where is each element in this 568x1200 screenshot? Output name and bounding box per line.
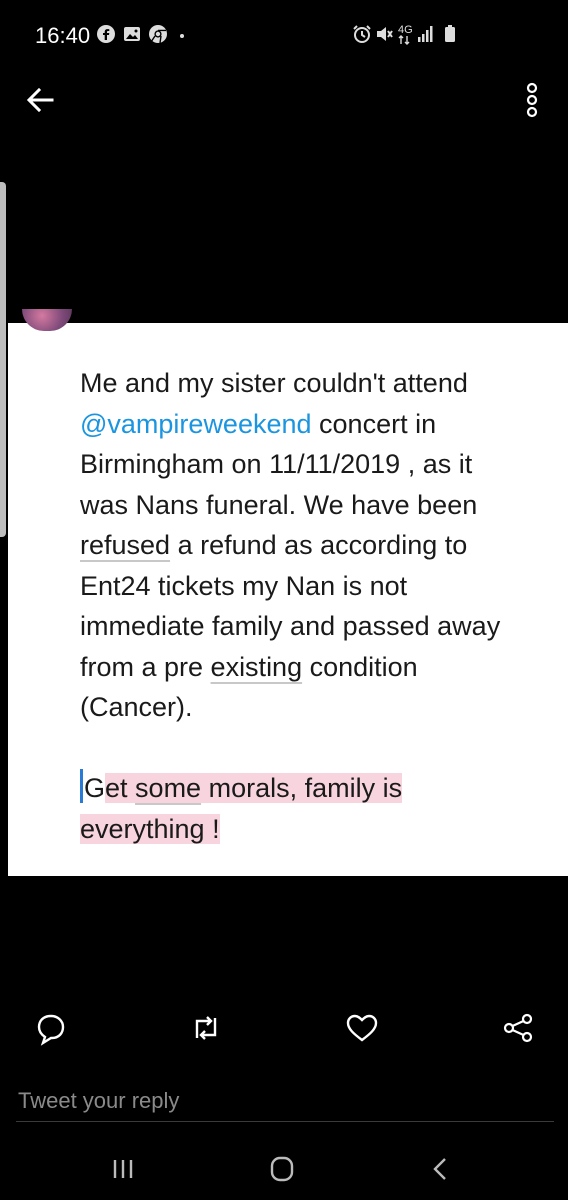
heart-icon[interactable] <box>342 1005 382 1051</box>
battery-icon <box>445 25 455 42</box>
tweet-line: concert in <box>311 408 437 439</box>
tweet-line: from a pre <box>80 651 211 682</box>
tweet-actions <box>0 1005 568 1055</box>
signal-icon <box>418 26 433 42</box>
reply-icon[interactable] <box>31 1005 71 1051</box>
tweet-line: Ent24 tickets my Nan is not <box>80 570 408 601</box>
alarm-icon <box>353 25 371 43</box>
underlined-word: some <box>135 773 202 803</box>
tweet-line: condition <box>302 651 418 682</box>
tweet-line: Me and my sister couldn't attend <box>80 368 468 398</box>
system-nav-bar <box>0 1138 568 1200</box>
chrome-icon <box>149 25 167 44</box>
underlined-word: existing <box>210 651 303 682</box>
status-bar: 16:40 4G <box>0 0 568 70</box>
gallery-icon <box>124 27 140 41</box>
reply-composer <box>0 1075 568 1125</box>
home-icon[interactable] <box>262 1152 302 1186</box>
scrollbar-thumb[interactable] <box>0 182 6 537</box>
more-vertical-icon[interactable] <box>520 80 544 120</box>
reply-input[interactable] <box>16 1081 554 1122</box>
underlined-word: refused <box>80 530 171 560</box>
tweet-line: was Nans funeral. We have been <box>80 489 478 520</box>
retweet-icon[interactable] <box>186 1005 226 1051</box>
notification-dot <box>180 34 184 38</box>
mute-icon <box>377 27 393 41</box>
tweet-line: immediate family and passed away <box>80 611 501 641</box>
top-app-bar <box>0 70 568 130</box>
4g-icon <box>398 35 410 45</box>
tweet-image[interactable]: Me and my sister couldn't attend @vampir… <box>8 309 568 876</box>
highlight-text: G <box>84 773 106 803</box>
avatar <box>22 309 72 331</box>
tweet-line: Birmingham on 11/11/2019 , as it <box>80 449 473 479</box>
tweet-line: a refund as according to <box>170 530 468 560</box>
highlight-text: everything ! <box>80 813 220 844</box>
highlight-text: et <box>105 773 136 803</box>
status-time: 16:40 <box>35 23 91 48</box>
tweet-line: (Cancer). <box>80 692 193 722</box>
mention-link[interactable]: @vampireweekend <box>80 409 312 439</box>
tweet-text: Me and my sister couldn't attend @vampir… <box>80 363 560 849</box>
recents-icon[interactable] <box>103 1152 143 1186</box>
text-cursor <box>80 769 83 803</box>
facebook-icon <box>97 25 115 43</box>
arrow-left-icon[interactable] <box>22 82 58 118</box>
share-icon[interactable] <box>498 1005 538 1051</box>
highlight-text: morals, family is <box>201 773 403 803</box>
back-chevron-icon[interactable] <box>420 1152 460 1186</box>
